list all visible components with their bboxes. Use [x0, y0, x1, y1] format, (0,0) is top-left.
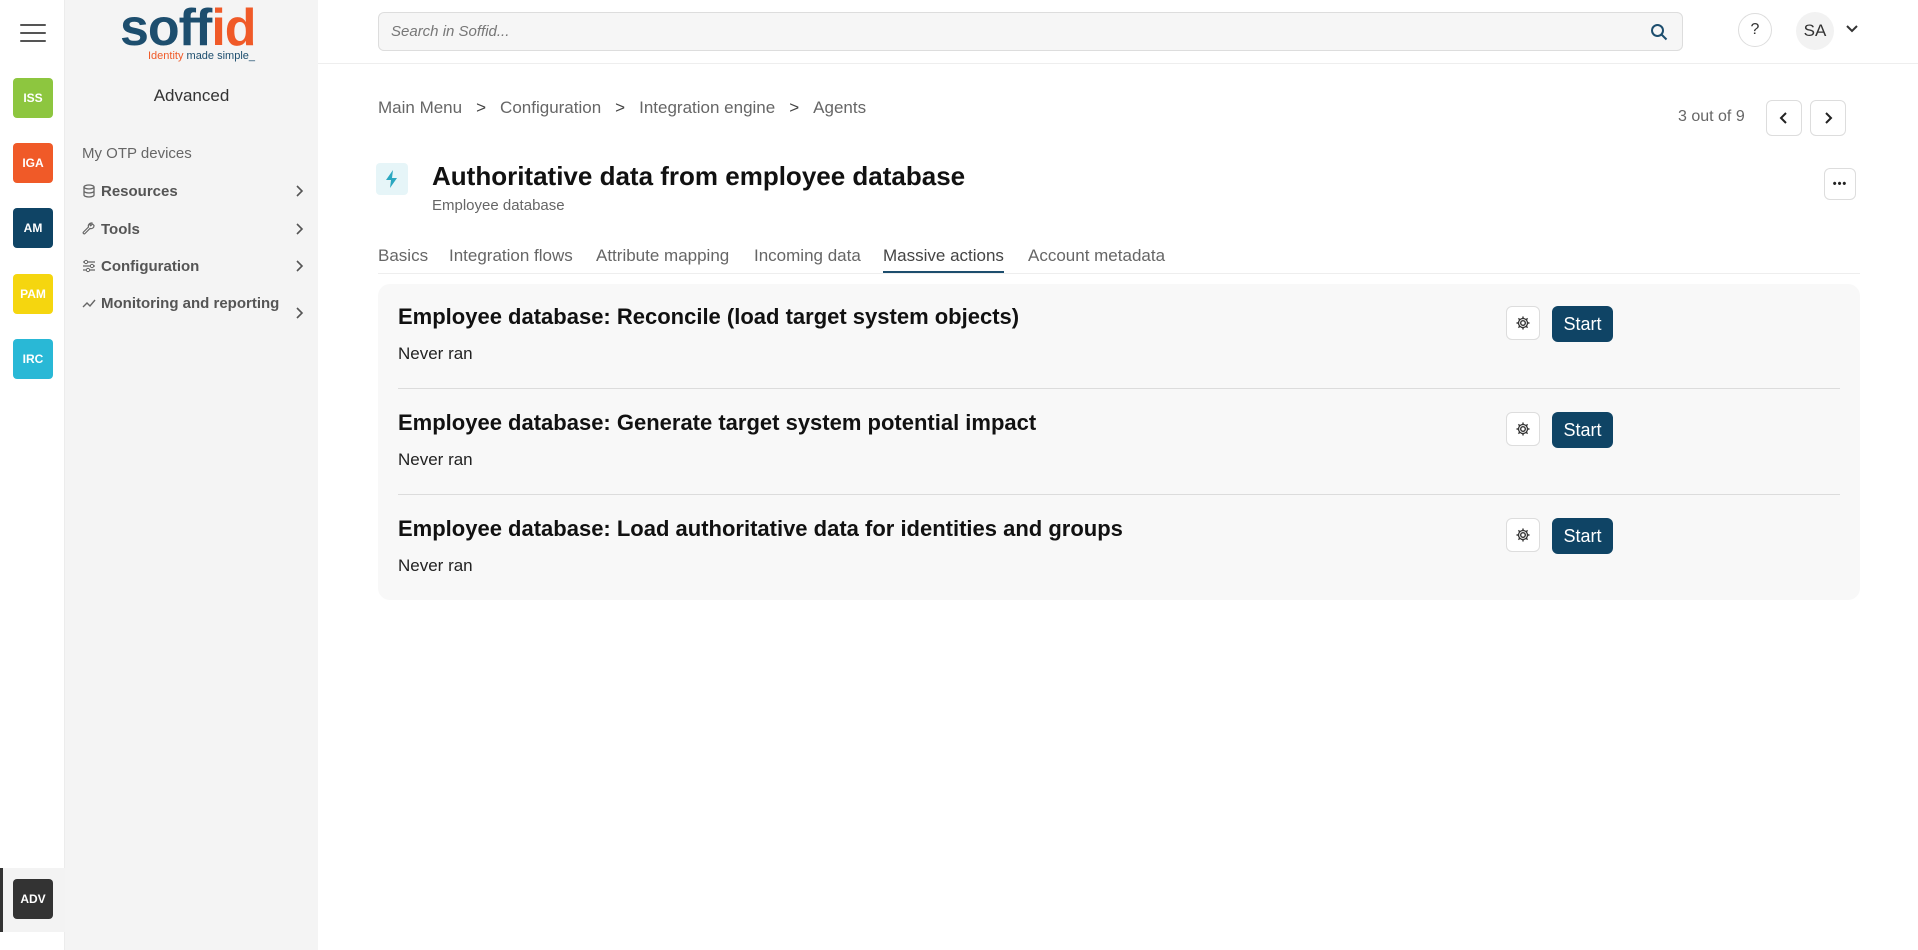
- sidebar-item-resources[interactable]: Resources: [82, 180, 304, 203]
- previous-record-button[interactable]: [1766, 100, 1802, 136]
- pager-position: 3 out of 9: [1678, 108, 1745, 126]
- page-subtitle: Employee database: [432, 197, 565, 214]
- chevron-right-icon: [294, 222, 304, 236]
- search-input[interactable]: [379, 13, 1619, 50]
- wrench-icon: [82, 222, 96, 236]
- sidebar-section-title: Advanced: [65, 86, 318, 106]
- soffid-logo[interactable]: soffid Identity made simple_: [120, 0, 270, 66]
- start-button[interactable]: Start: [1552, 306, 1613, 342]
- tab-massive-actions[interactable]: Massive actions: [883, 246, 1004, 273]
- breadcrumb-main-menu[interactable]: Main Menu: [378, 98, 462, 117]
- breadcrumb: Main Menu > Configuration > Integration engi…: [378, 98, 866, 118]
- action-title: Employee database: Load authoritative da…: [398, 516, 1123, 542]
- tab-incoming-data[interactable]: Incoming data: [754, 246, 861, 271]
- breadcrumb-separator: >: [615, 98, 625, 117]
- breadcrumb-agents[interactable]: Agents: [813, 98, 866, 117]
- app-rail: ISS IGA AM PAM IRC ADV: [0, 0, 65, 950]
- rail-tile-pam[interactable]: PAM: [13, 274, 53, 314]
- rail-tile-irc[interactable]: IRC: [13, 339, 53, 379]
- rail-tile-am[interactable]: AM: [13, 208, 53, 248]
- search-box: [378, 12, 1683, 51]
- sidebar-item-configuration[interactable]: Configuration: [82, 255, 304, 278]
- more-options-button[interactable]: •••: [1824, 168, 1856, 200]
- next-record-button[interactable]: [1810, 100, 1846, 136]
- rail-tile-adv[interactable]: ADV: [13, 879, 53, 919]
- action-status: Never ran: [398, 344, 473, 364]
- gear-icon: [1515, 527, 1531, 543]
- action-settings-button[interactable]: [1506, 412, 1540, 446]
- breadcrumb-separator: >: [476, 98, 486, 117]
- gear-icon: [1515, 421, 1531, 437]
- user-avatar[interactable]: SA: [1796, 12, 1834, 50]
- action-title: Employee database: Reconcile (load targe…: [398, 304, 1019, 330]
- rail-tile-iss[interactable]: ISS: [13, 78, 53, 118]
- chevron-down-icon[interactable]: [1845, 24, 1859, 34]
- page-title: Authoritative data from employee databas…: [432, 161, 965, 192]
- chevron-left-icon: [1779, 111, 1789, 125]
- hamburger-menu-icon[interactable]: [20, 24, 46, 44]
- chevron-right-icon: [294, 184, 304, 198]
- top-bar: ? SA: [318, 0, 1918, 64]
- sidebar-link-otp-devices[interactable]: My OTP devices: [82, 145, 192, 162]
- sidebar-item-monitoring[interactable]: Monitoring and reporting: [82, 292, 282, 315]
- sliders-icon: [82, 259, 96, 273]
- action-settings-button[interactable]: [1506, 306, 1540, 340]
- action-settings-button[interactable]: [1506, 518, 1540, 552]
- chevron-right-icon: [294, 259, 304, 273]
- start-button[interactable]: Start: [1552, 518, 1613, 554]
- chevron-right-icon: [1823, 111, 1833, 125]
- massive-actions-list: Employee database: Reconcile (load targe…: [378, 284, 1860, 600]
- action-status: Never ran: [398, 450, 473, 470]
- action-status: Never ran: [398, 556, 473, 576]
- tab-basics[interactable]: Basics: [378, 246, 428, 271]
- action-title: Employee database: Generate target syste…: [398, 410, 1036, 436]
- start-button[interactable]: Start: [1552, 412, 1613, 448]
- help-button[interactable]: ?: [1738, 13, 1772, 47]
- tab-bar: Basics Integration flows Attribute mappi…: [378, 246, 1860, 274]
- sidebar: soffid Identity made simple_ Advanced My…: [65, 0, 318, 950]
- breadcrumb-separator: >: [789, 98, 799, 117]
- divider: [398, 388, 1840, 389]
- search-icon[interactable]: [1650, 23, 1668, 41]
- breadcrumb-configuration[interactable]: Configuration: [500, 98, 601, 117]
- tab-attribute-mapping[interactable]: Attribute mapping: [596, 246, 729, 271]
- rail-tile-iga[interactable]: IGA: [13, 143, 53, 183]
- database-icon: [82, 184, 96, 198]
- gear-icon: [1515, 315, 1531, 331]
- divider: [398, 494, 1840, 495]
- tab-integration-flows[interactable]: Integration flows: [449, 246, 573, 271]
- sidebar-item-tools[interactable]: Tools: [82, 218, 304, 241]
- breadcrumb-integration-engine[interactable]: Integration engine: [639, 98, 775, 117]
- chart-line-icon: [82, 296, 96, 310]
- tab-account-metadata[interactable]: Account metadata: [1028, 246, 1165, 271]
- chevron-right-icon: [294, 306, 304, 320]
- more-options-icon: •••: [1833, 178, 1848, 190]
- lightning-bolt-icon: [376, 163, 408, 195]
